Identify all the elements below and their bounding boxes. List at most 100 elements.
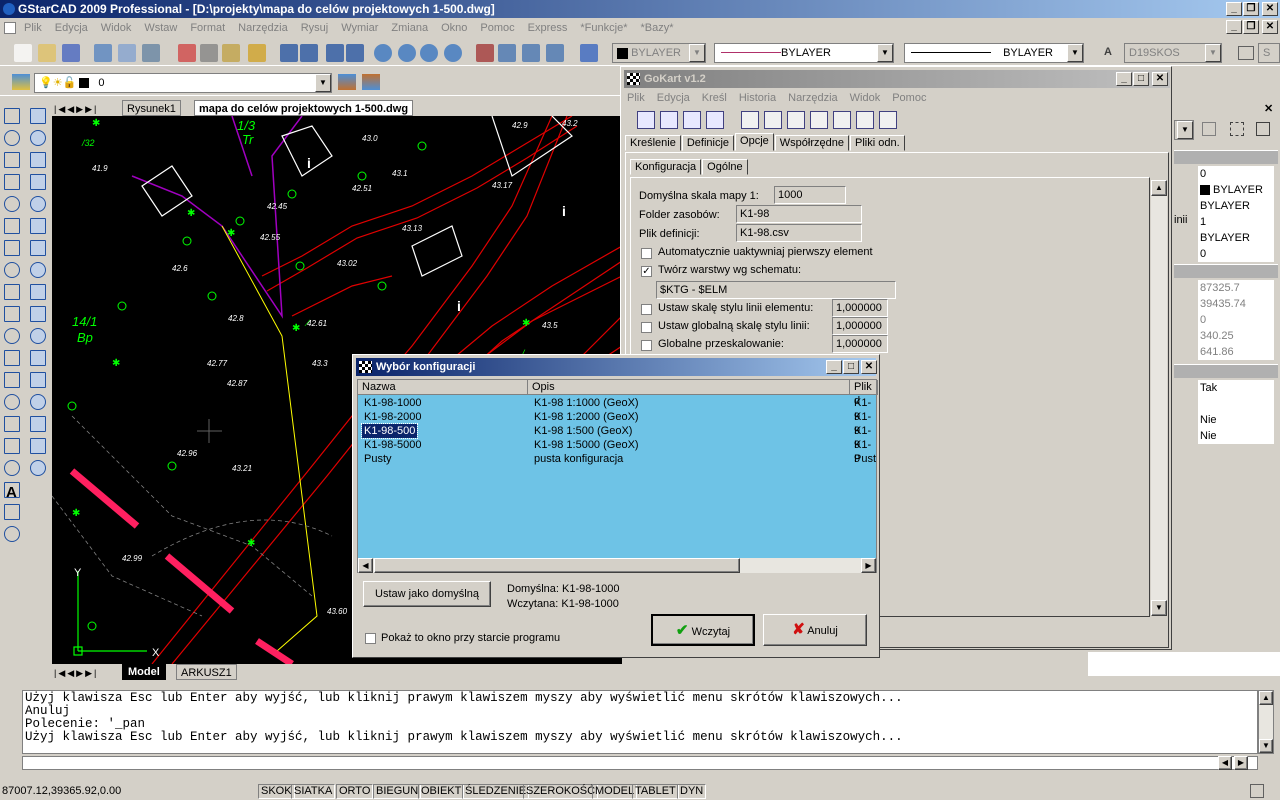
folder-input[interactable]: K1-98 (736, 205, 862, 223)
text-style-icon[interactable]: A (1104, 46, 1112, 58)
menu-item[interactable]: Plik (24, 22, 42, 34)
gokart-tab[interactable]: Definicje (681, 135, 735, 151)
gokart-tool-icon[interactable] (660, 111, 678, 129)
menu-item[interactable]: Express (528, 22, 568, 34)
toolbar-icon[interactable] (398, 44, 416, 62)
toolbar-icon[interactable] (94, 44, 112, 62)
doc-restore-button[interactable]: ❐ (1243, 20, 1259, 34)
modify-tool-icon[interactable] (30, 130, 46, 146)
minimize-button[interactable]: _ (1226, 2, 1242, 16)
textstyle-combo[interactable]: D19SKOS ▼ (1124, 43, 1222, 63)
toolbar-icon[interactable] (522, 44, 540, 62)
quick-select-icon[interactable] (1202, 122, 1216, 136)
draw-tool-icon[interactable] (4, 394, 20, 410)
gokart-menu-item[interactable]: Narzędzia (788, 92, 838, 104)
draw-tool-icon[interactable] (4, 306, 20, 322)
modify-tool-icon[interactable] (30, 196, 46, 212)
property-value[interactable]: BYLAYER (1198, 230, 1274, 246)
modify-tool-icon[interactable] (30, 262, 46, 278)
props-selection-combo[interactable]: ▼ (1174, 120, 1194, 140)
line-scale-checkbox[interactable] (641, 304, 652, 315)
modify-tool-icon[interactable] (30, 284, 46, 300)
property-value[interactable]: BYLAYER (1198, 198, 1274, 214)
cancel-button[interactable]: ✘ Anuluj (763, 614, 867, 646)
toggle-pickadd-icon[interactable] (1256, 122, 1270, 136)
menu-item[interactable]: Rysuj (301, 22, 329, 34)
gokart-tool-icon[interactable] (637, 111, 655, 129)
tab-model[interactable]: Model (122, 664, 166, 680)
config-row[interactable]: K1-98-500 K1-98 1:500 (GeoX) K1-9 (358, 423, 876, 451)
toolbar-icon[interactable] (580, 44, 598, 62)
toolbar-icon[interactable] (178, 44, 196, 62)
gokart-subtab[interactable]: Ogólne (702, 159, 748, 175)
draw-tool-icon[interactable] (4, 460, 20, 476)
gokart-tool-icon[interactable] (683, 111, 701, 129)
show-at-start-checkbox[interactable] (365, 633, 376, 644)
menu-item[interactable]: Edycja (55, 22, 88, 34)
draw-tool-icon[interactable] (4, 328, 20, 344)
dialog-maximize-button[interactable]: □ (843, 360, 859, 374)
gokart-tool-icon[interactable] (741, 111, 759, 129)
gokart-close-button[interactable]: ✕ (1152, 72, 1168, 86)
gokart-tab[interactable]: Pliki odn. (850, 135, 905, 151)
modify-tool-icon[interactable] (30, 240, 46, 256)
status-toggle-button[interactable]: ŚLEDZENIE (462, 784, 530, 799)
menu-item[interactable]: Format (190, 22, 225, 34)
property-value[interactable]: 340.25 (1198, 328, 1274, 344)
draw-tool-icon[interactable] (4, 108, 20, 124)
toolbar-icon[interactable] (280, 44, 298, 62)
tab-nav-arrows[interactable]: |◀◀▶▶| (54, 101, 98, 117)
draw-tool-icon[interactable] (4, 372, 20, 388)
toolbar-icon[interactable] (142, 44, 160, 62)
toolbar-icon[interactable] (118, 44, 136, 62)
modify-tool-icon[interactable] (30, 350, 46, 366)
status-toggle-button[interactable]: SIATKA (291, 784, 336, 799)
rescale-input[interactable]: 1,000000 (832, 335, 888, 353)
color-combo[interactable]: BYLAYER ▼ (612, 43, 706, 63)
gokart-menu-item[interactable]: Widok (850, 92, 881, 104)
menu-item[interactable]: Zmiana (391, 22, 428, 34)
draw-tool-icon[interactable] (4, 262, 20, 278)
command-line[interactable]: Użyj klawisza Esc lub Enter aby wyjść, l… (22, 690, 1258, 754)
status-toggle-button[interactable]: SZEROKOŚĆ (523, 784, 599, 799)
props-section-header[interactable] (1174, 264, 1278, 278)
status-toggle-button[interactable]: DYN (677, 784, 707, 799)
layer-manager-icon[interactable] (12, 74, 30, 90)
modify-tool-icon[interactable] (30, 108, 46, 124)
create-layers-checkbox[interactable]: ✓ (641, 266, 652, 277)
status-toggle-button[interactable]: MODEL (592, 784, 638, 799)
gokart-maximize-button[interactable]: □ (1133, 72, 1149, 86)
property-value[interactable]: 641.86 (1198, 344, 1274, 360)
config-row[interactable]: K1-98-1000 K1-98 1:1000 (GeoX) K1-9 (358, 396, 876, 423)
property-value[interactable]: 1 (1198, 214, 1274, 230)
toolbar-icon[interactable] (498, 44, 516, 62)
menu-item[interactable]: *Bazy* (640, 22, 673, 34)
menu-item[interactable]: Narzędzia (238, 22, 288, 34)
tab-mapa[interactable]: mapa do celów projektowych 1-500.dwg (194, 100, 414, 116)
gokart-tool-icon[interactable] (810, 111, 828, 129)
props-close-icon[interactable]: ✕ (1264, 102, 1273, 115)
status-toggle-button[interactable]: ORTO (336, 784, 374, 799)
gokart-tab[interactable]: Współrzędne (774, 135, 849, 151)
property-value[interactable]: 0 (1198, 312, 1274, 328)
draw-tool-icon[interactable] (4, 174, 20, 190)
global-scale-checkbox[interactable] (641, 322, 652, 333)
gokart-scrollbar[interactable]: ▲ ▼ (1151, 180, 1167, 616)
modify-tool-icon[interactable] (30, 372, 46, 388)
toolbar-icon[interactable] (420, 44, 438, 62)
modify-tool-icon[interactable] (30, 438, 46, 454)
gokart-menu-item[interactable]: Plik (627, 92, 645, 104)
gokart-subtab[interactable]: Konfiguracja (630, 159, 702, 175)
toolbar-icon[interactable] (476, 44, 494, 62)
modify-tool-icon[interactable] (30, 460, 46, 476)
toolbar-icon[interactable] (546, 44, 564, 62)
modify-tool-icon[interactable] (30, 416, 46, 432)
text-tool-icon[interactable]: A (6, 484, 17, 501)
linetype-combo[interactable]: BYLAYER ▼ (714, 43, 894, 63)
status-toggle-button[interactable]: OBIEKT (418, 784, 465, 799)
layer-combo[interactable]: 💡☀🔓 0 ▼ (34, 73, 332, 93)
gokart-tool-icon[interactable] (856, 111, 874, 129)
props-section-header[interactable] (1174, 364, 1278, 378)
command-hscroll[interactable]: ◀ ▶ (22, 756, 1280, 770)
property-value[interactable]: BYLAYER (1198, 182, 1274, 198)
